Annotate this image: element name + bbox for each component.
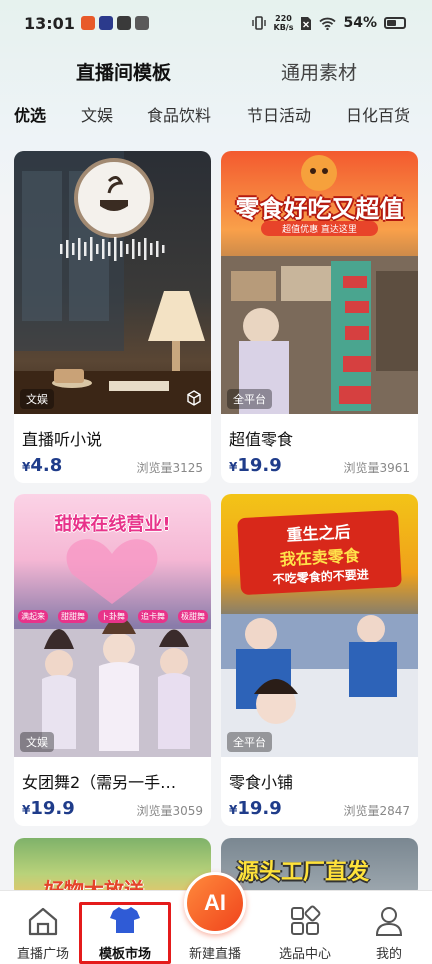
home-icon (28, 907, 58, 936)
chip: 满起来 (18, 610, 48, 623)
category-tabs: 优选 文娱 食品饮料 节日活动 日化百货 (0, 102, 432, 128)
vibrate-icon (251, 16, 266, 30)
nav-label: 选品中心 (278, 947, 331, 962)
chip: 甜甜舞 (58, 610, 88, 623)
app-notification-icon (135, 16, 149, 30)
card-thumbnail: 文娱 (14, 151, 211, 414)
category-festival[interactable]: 节日活动 (247, 102, 311, 126)
card-banner-sub: 超值优惠 直达这里 (261, 221, 378, 236)
card-price: ¥4.8 (22, 455, 62, 476)
card-tag: 全平台 (227, 389, 272, 409)
status-time: 13:01 (24, 14, 75, 33)
chip: 极甜舞 (178, 610, 208, 623)
template-card[interactable]: 文娱 直播听小说 ¥4.8 浏览量3125 (14, 151, 211, 483)
card-banner: 零食好吃又超值 (235, 195, 404, 223)
card-banner: 源头工厂直发 (237, 860, 370, 885)
card-tag: 文娱 (20, 732, 54, 752)
net-speed: 220 KB/s (274, 14, 294, 32)
card-thumbnail: 重生之后 我在卖零食 不吃零食的不要进 全平台 (221, 494, 418, 757)
card-price: ¥19.9 (229, 455, 282, 476)
category-youxuan[interactable]: 优选 (14, 102, 46, 126)
template-card[interactable]: 甜妹在线营业! 满起来 甜甜舞 卜卦舞 追卡舞 极甜舞 文娱 女团舞2（需另一手… (14, 494, 211, 826)
chip-row: 满起来 甜甜舞 卜卦舞 追卡舞 极甜舞 (18, 610, 208, 623)
card-views: 浏览量3125 (136, 461, 203, 475)
card-tag: 全平台 (227, 732, 272, 752)
card-tag: 文娱 (20, 389, 54, 409)
chip: 追卡舞 (138, 610, 168, 623)
card-price: ¥19.9 (229, 798, 282, 819)
status-right: 220 KB/s 54% (251, 14, 406, 32)
card-thumbnail: 甜妹在线营业! 满起来 甜甜舞 卜卦舞 追卡舞 极甜舞 文娱 (14, 494, 211, 757)
template-card[interactable]: 零食好吃又超值 超值优惠 直达这里 全平台 超值零食 ¥19.9 浏览量3961 (221, 151, 418, 483)
nav-label: 直播广场 (16, 947, 69, 962)
audiobook-scene (14, 151, 211, 414)
price-value: 4.8 (30, 455, 63, 476)
wifi-icon (319, 17, 337, 30)
price-value: 19.9 (237, 455, 282, 476)
template-card[interactable]: 源头工厂直发 (221, 838, 418, 898)
card-thumbnail: 好物大放送 (14, 838, 211, 898)
app-notification-icon (81, 16, 95, 30)
selection-highlight (79, 902, 171, 964)
3d-cube-icon (187, 390, 201, 406)
person-icon (375, 907, 403, 936)
card-banner: 重生之后 我在卖零食 不吃零食的不要进 (237, 509, 402, 596)
status-bar: 13:01 220 KB/s 54% (0, 0, 432, 46)
battery-icon (384, 17, 406, 29)
nav-mine[interactable]: 我的 (346, 891, 432, 964)
category-wenyu[interactable]: 文娱 (81, 102, 113, 126)
chip: 卜卦舞 (98, 610, 128, 623)
card-title: 超值零食 (229, 430, 294, 449)
card-banner: 甜妹在线营业! (54, 514, 171, 535)
ai-new-live-button[interactable]: AI (184, 872, 246, 934)
app-notification-icon (99, 16, 113, 30)
top-tabs: 直播间模板 通用素材 (0, 58, 432, 88)
tab-general-material[interactable]: 通用素材 (281, 58, 357, 85)
nav-product-center[interactable]: 选品中心 (262, 891, 348, 964)
template-card[interactable]: 重生之后 我在卖零食 不吃零食的不要进 全平台 零食小铺 ¥19.9 浏览量28… (221, 494, 418, 826)
ai-icon: AI (204, 890, 226, 915)
grid-icon (291, 905, 321, 935)
card-views: 浏览量3961 (343, 461, 410, 475)
net-speed-value: 220 (275, 14, 292, 23)
card-title: 直播听小说 (22, 430, 103, 449)
nav-label: 我的 (375, 947, 402, 962)
price-value: 19.9 (237, 798, 282, 819)
status-app-icons (81, 16, 149, 30)
price-value: 19.9 (30, 798, 75, 819)
card-thumbnail: 零食好吃又超值 超值优惠 直达这里 全平台 (221, 151, 418, 414)
card-thumbnail: 源头工厂直发 (221, 838, 418, 898)
tab-live-room-template[interactable]: 直播间模板 (76, 58, 171, 85)
card-title: 女团舞2（需另一手… (22, 773, 177, 792)
card-views: 浏览量2847 (343, 804, 410, 818)
app-notification-icon (117, 16, 131, 30)
card-title: 零食小铺 (229, 773, 294, 792)
no-sim-icon (301, 16, 312, 30)
category-food-drink[interactable]: 食品饮料 (147, 102, 211, 126)
battery-percent: 54% (343, 15, 377, 31)
nav-live-square[interactable]: 直播广场 (0, 891, 86, 964)
nav-label: 新建直播 (188, 947, 241, 962)
card-views: 浏览量3059 (136, 804, 203, 818)
card-price: ¥19.9 (22, 798, 75, 819)
template-card[interactable]: 好物大放送 (14, 838, 211, 898)
category-daily-goods[interactable]: 日化百货 (346, 102, 410, 126)
net-speed-unit: KB/s (273, 23, 294, 32)
